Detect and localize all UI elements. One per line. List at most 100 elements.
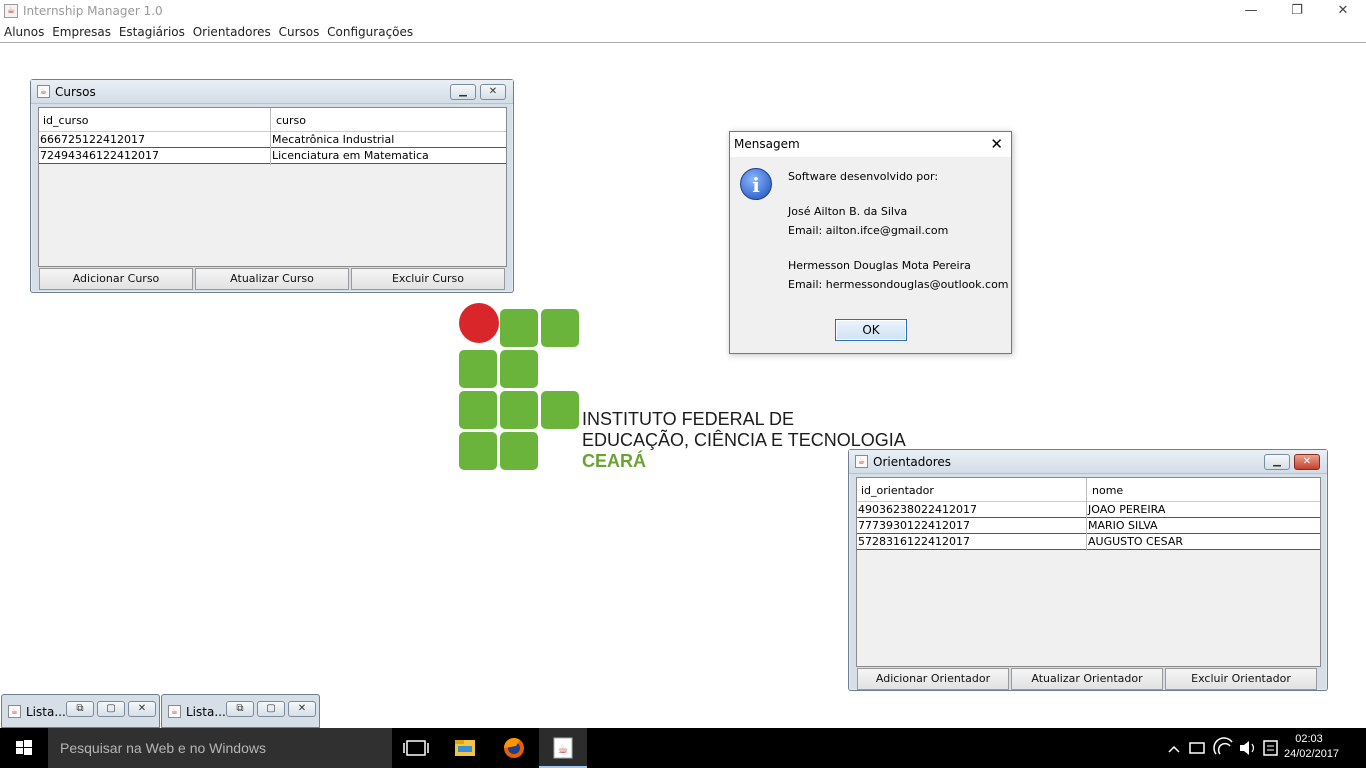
cell-curso: Licenciatura em Matematica [272,149,429,162]
java-icon: ☕ [855,455,868,468]
delete-orientador-button[interactable]: Excluir Orientador [1165,668,1317,690]
minimized-frame-label: Lista... [26,705,66,719]
logo-square [541,309,579,347]
orientadores-table[interactable]: id_orientador nome 49036238022412017 JOA… [856,477,1321,667]
table-row[interactable]: 5728316122412017 AUGUSTO CESAR [857,534,1320,550]
cursos-button-row: Adicionar Curso Atualizar Curso Excluir … [39,268,505,290]
taskbar-clock[interactable]: 02:03 24/02/2017 [1284,732,1340,762]
logo-line-3: CEARÁ [582,451,647,471]
cursos-titlebar[interactable]: ☕ Cursos ▁ ✕ [31,80,513,104]
update-orientador-button[interactable]: Atualizar Orientador [1011,668,1163,690]
cell-nome: AUGUSTO CESAR [1088,535,1183,548]
table-row[interactable]: 7773930122412017 MARIO SILVA [857,518,1320,534]
orientadores-titlebar[interactable]: ☕ Orientadores ▁ ✕ [849,450,1327,474]
column-divider [1086,478,1087,551]
message-dialog[interactable]: Mensagem ✕ i Software desenvolvido por: … [729,131,1012,354]
table-row[interactable]: 72494346122412017 Licenciatura em Matema… [39,148,506,164]
logo-square [459,432,497,470]
update-curso-button[interactable]: Atualizar Curso [195,268,349,290]
add-orientador-button[interactable]: Adicionar Orientador [857,668,1009,690]
close-icon[interactable]: ✕ [990,135,1003,153]
cell-curso: Mecatrônica Industrial [272,133,395,146]
logo-line-2: EDUCAÇÃO, CIÊNCIA E TECNOLOGIA [582,430,906,450]
dialog-text: Software desenvolvido por: [788,170,939,183]
column-header-nome[interactable]: nome [1092,484,1123,497]
cell-id: 666725122412017 [40,133,145,146]
dialog-text: José Ailton B. da Silva [788,205,908,218]
cell-id: 49036238022412017 [858,503,977,516]
cursos-title: Cursos [55,85,96,99]
restore-icon[interactable]: ⧉ [66,701,94,717]
restore-icon[interactable]: ❐ [1274,0,1320,24]
java-icon: ☕ [37,85,50,98]
menu-empresas[interactable]: Empresas [48,24,111,39]
column-header-id-orientador[interactable]: id_orientador [861,484,934,497]
close-icon[interactable]: ✕ [1320,0,1366,24]
cursos-window[interactable]: ☕ Cursos ▁ ✕ id_curso curso 666725122412… [30,79,514,293]
minimize-icon[interactable]: — [1228,0,1274,24]
add-curso-button[interactable]: Adicionar Curso [39,268,193,290]
svg-text:☕: ☕ [558,742,569,756]
menu-configuracoes[interactable]: Configurações [323,24,413,39]
restore-icon[interactable]: ⧉ [226,701,254,717]
java-icon: ☕ [8,705,21,718]
search-placeholder: Pesquisar na Web e no Windows [60,740,266,756]
minimized-frame[interactable]: ☕ Lista... ⧉ ▢ ✕ [1,694,160,728]
menu-cursos[interactable]: Cursos [275,24,320,39]
taskbar: Pesquisar na Web e no Windows ☕ 02:03 24… [0,728,1366,768]
minimize-icon[interactable]: ▁ [450,84,476,100]
dialog-text: Email: hermessondouglas@outlook.com [788,278,1009,291]
table-row[interactable]: 666725122412017 Mecatrônica Industrial [39,132,506,148]
system-tray [1164,728,1284,768]
close-icon[interactable]: ✕ [128,701,156,717]
cell-id: 72494346122412017 [40,149,159,162]
minimized-frame-label: Lista... [186,705,226,719]
close-icon[interactable]: ✕ [1294,454,1320,470]
column-header-id-curso[interactable]: id_curso [43,114,89,127]
java-icon: ☕ [4,4,18,18]
java-app-icon[interactable]: ☕ [539,728,587,768]
logo-square [500,432,538,470]
dialog-titlebar[interactable]: Mensagem ✕ [730,132,1011,157]
task-view-icon[interactable] [392,728,440,768]
dialog-text: Email: ailton.ifce@gmail.com [788,224,949,237]
logo-line-1: INSTITUTO FEDERAL DE [582,409,795,429]
minimized-frame[interactable]: ☕ Lista... ⧉ ▢ ✕ [161,694,320,728]
clock-date: 24/02/2017 [1284,748,1340,760]
firefox-icon[interactable] [490,728,538,768]
orientadores-window[interactable]: ☕ Orientadores ▁ ✕ id_orientador nome 49… [848,449,1328,691]
taskbar-search-box[interactable]: Pesquisar na Web e no Windows [48,728,392,768]
maximize-icon[interactable]: ▢ [257,701,285,717]
info-icon: i [740,168,772,200]
maximize-icon[interactable]: ▢ [97,701,125,717]
cursos-table[interactable]: id_curso curso 666725122412017 Mecatrôni… [38,107,507,267]
logo-square [459,350,497,388]
java-icon: ☕ [168,705,181,718]
logo-square [500,309,538,347]
delete-curso-button[interactable]: Excluir Curso [351,268,505,290]
column-header-curso[interactable]: curso [276,114,306,127]
close-icon[interactable]: ✕ [288,701,316,717]
main-titlebar[interactable]: ☕ Internship Manager 1.0 — ❐ ✕ [0,0,1366,24]
ok-button[interactable]: OK [835,319,907,341]
windows-start-icon[interactable] [0,728,48,768]
logo-square [459,391,497,429]
close-icon[interactable]: ✕ [480,84,506,100]
menu-estagiarios[interactable]: Estagiários [115,24,185,39]
dialog-title: Mensagem [734,137,800,151]
orientadores-title: Orientadores [873,455,952,469]
table-row[interactable]: 49036238022412017 JOAO PEREIRA [857,502,1320,518]
menu-alunos[interactable]: Alunos [0,24,44,39]
column-divider [270,108,271,165]
logo-square [500,391,538,429]
cell-id: 5728316122412017 [858,535,970,548]
table-header: id_orientador nome [857,478,1320,502]
file-explorer-icon[interactable] [441,728,489,768]
window-title: Internship Manager 1.0 [23,4,163,18]
dialog-text: Hermesson Douglas Mota Pereira [788,259,971,272]
menu-orientadores[interactable]: Orientadores [189,24,271,39]
logo-square [541,391,579,429]
minimize-icon[interactable]: ▁ [1264,454,1290,470]
logo-square [500,350,538,388]
menubar: Alunos Empresas Estagiários Orientadores… [0,24,1366,43]
